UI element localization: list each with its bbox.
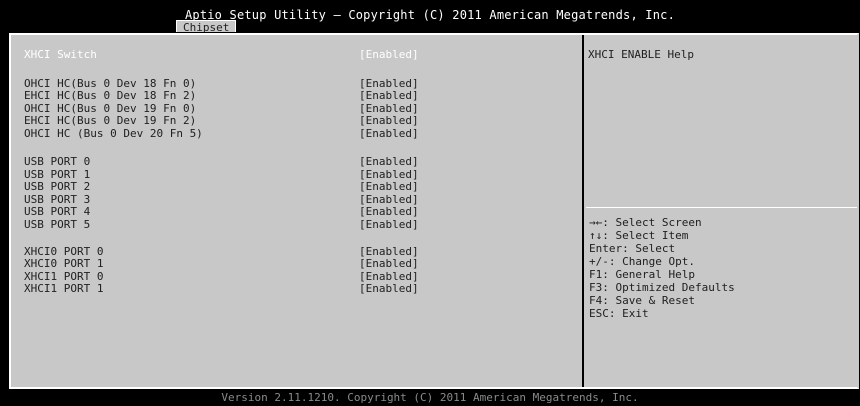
title-bar: Aptio Setup Utility – Copyright (C) 2011… bbox=[0, 0, 860, 34]
setting-row[interactable]: EHCI HC(Bus 0 Dev 19 Fn 2) [Enabled] bbox=[13, 114, 578, 127]
setting-value[interactable]: [Enabled] bbox=[359, 205, 419, 218]
setting-row[interactable]: USB PORT 5 [Enabled] bbox=[13, 218, 578, 231]
key-hint: +/-: Change Opt. bbox=[589, 255, 695, 268]
setting-label: USB PORT 0 bbox=[24, 155, 91, 168]
setting-value[interactable]: [Enabled] bbox=[359, 127, 419, 140]
setting-row[interactable]: OHCI HC (Bus 0 Dev 20 Fn 5) [Enabled] bbox=[13, 127, 578, 140]
tab-chipset[interactable]: Chipset bbox=[176, 20, 237, 34]
setting-value[interactable]: [Enabled] bbox=[359, 257, 419, 270]
setting-label: XHCI0 PORT 1 bbox=[24, 257, 104, 270]
key-hint: F1: General Help bbox=[589, 268, 695, 281]
setting-value[interactable]: [Enabled] bbox=[359, 180, 419, 193]
setting-row[interactable]: XHCI Switch [Enabled] bbox=[13, 48, 578, 61]
setting-row[interactable]: EHCI HC(Bus 0 Dev 18 Fn 2) [Enabled] bbox=[13, 89, 578, 102]
setting-label: USB PORT 5 bbox=[24, 218, 91, 231]
settings-panel: XHCI Switch [Enabled] OHCI HC(Bus 0 Dev 18… bbox=[13, 37, 580, 385]
setting-row[interactable]: XHCI1 PORT 1 [Enabled] bbox=[13, 282, 578, 295]
setting-label: USB PORT 4 bbox=[24, 205, 91, 218]
setting-label: XHCI Switch bbox=[24, 48, 97, 61]
version-footer: Version 2.11.1210. Copyright (C) 2011 Am… bbox=[221, 391, 639, 404]
setting-label: XHCI1 PORT 1 bbox=[24, 282, 104, 295]
setting-label: EHCI HC(Bus 0 Dev 19 Fn 2) bbox=[24, 114, 197, 127]
panel-divider bbox=[582, 35, 584, 387]
setting-label: USB PORT 2 bbox=[24, 180, 91, 193]
setting-row[interactable]: XHCI0 PORT 1 [Enabled] bbox=[13, 257, 578, 270]
setting-value[interactable]: [Enabled] bbox=[359, 48, 419, 61]
setting-value[interactable]: [Enabled] bbox=[359, 218, 419, 231]
key-hint: ESC: Exit bbox=[589, 307, 649, 320]
setting-value[interactable]: [Enabled] bbox=[359, 155, 419, 168]
key-hint: ↑↓: Select Item bbox=[589, 229, 689, 242]
key-hint: F3: Optimized Defaults bbox=[589, 281, 735, 294]
key-hint: Enter: Select bbox=[589, 242, 676, 255]
setting-row[interactable]: USB PORT 2 [Enabled] bbox=[13, 180, 578, 193]
setting-label: OHCI HC (Bus 0 Dev 20 Fn 5) bbox=[24, 127, 203, 140]
help-panel: XHCI ENABLE Help →←: Select Screen ↑↓: Se… bbox=[586, 37, 857, 385]
setting-value[interactable]: [Enabled] bbox=[359, 114, 419, 127]
setting-value[interactable]: [Enabled] bbox=[359, 282, 419, 295]
app-title: Aptio Setup Utility – Copyright (C) 2011… bbox=[184, 8, 676, 22]
help-separator bbox=[586, 207, 857, 208]
item-help-text: XHCI ENABLE Help bbox=[588, 48, 694, 61]
setting-row[interactable]: USB PORT 4 [Enabled] bbox=[13, 205, 578, 218]
key-hint: F4: Save & Reset bbox=[589, 294, 695, 307]
setting-value[interactable]: [Enabled] bbox=[359, 89, 419, 102]
setting-label: EHCI HC(Bus 0 Dev 18 Fn 2) bbox=[24, 89, 197, 102]
key-hint: →←: Select Screen bbox=[589, 216, 702, 229]
setup-frame: XHCI Switch [Enabled] OHCI HC(Bus 0 Dev 18… bbox=[8, 32, 860, 390]
setting-row[interactable]: USB PORT 0 [Enabled] bbox=[13, 155, 578, 168]
